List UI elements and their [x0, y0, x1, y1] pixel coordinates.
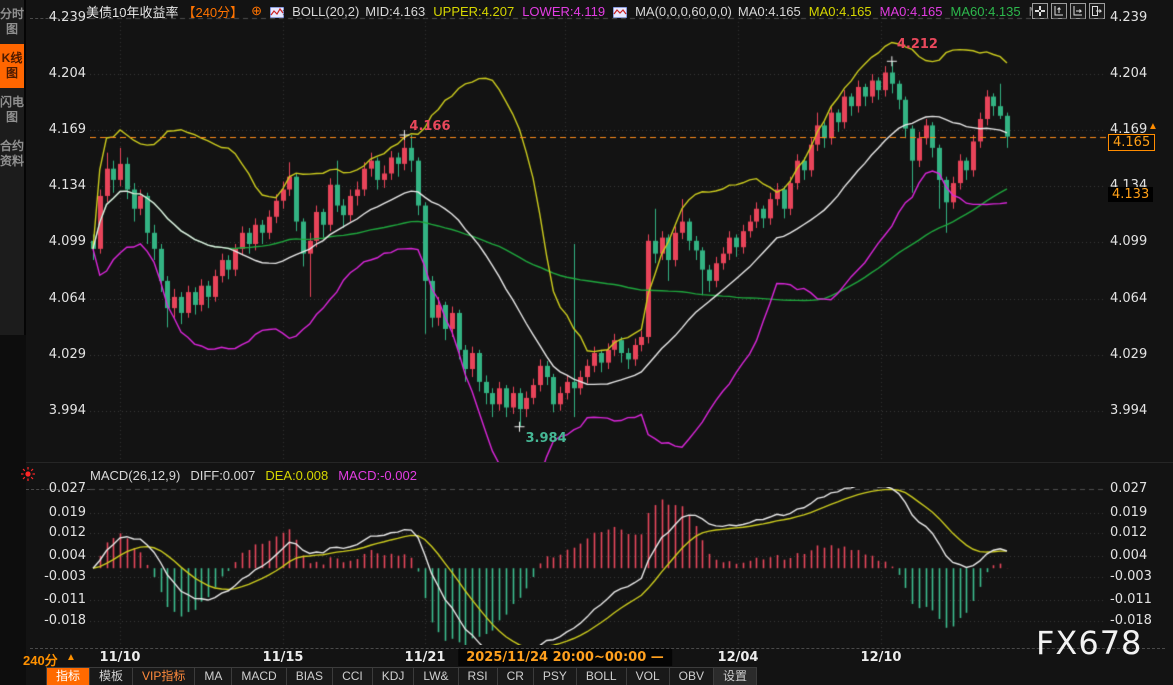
macd-axis-label-left: -0.018	[30, 613, 86, 628]
secondary-price-tag: 4.133	[1108, 187, 1153, 202]
period-badge-arrow[interactable]: ▲	[66, 652, 76, 663]
toolbar-item-CR[interactable]: CR	[498, 668, 534, 685]
macd-axis-label-right: -0.011	[1110, 592, 1166, 607]
macd-axis-label-right: 0.012	[1110, 525, 1166, 540]
indicator-toolbar: 指标模板VIP指标MAMACDBIASCCIKDJLW&RSICRPSYBOLL…	[46, 667, 757, 685]
price-axis-label-right: 3.994	[1110, 403, 1166, 418]
x-axis-date-label: 12/04	[718, 650, 759, 665]
price-annotation: 3.984	[526, 431, 567, 446]
macd-axis-label-left: 0.012	[30, 525, 86, 540]
toolbar-item-cn[interactable]: 模板	[90, 668, 133, 685]
main-chart-canvas[interactable]	[90, 10, 1106, 462]
macd-axis-label-right: -0.018	[1110, 613, 1166, 628]
price-axis-label-right: 4.029	[1110, 347, 1166, 362]
price-axis-label-left: 3.994	[30, 403, 86, 418]
toolbar-item-cn[interactable]: 指标	[47, 668, 90, 685]
macd-axis-label-right: 0.019	[1110, 505, 1166, 520]
macd-axis-label-left: 0.019	[30, 505, 86, 520]
price-axis-label-left: 4.169	[30, 122, 86, 137]
panel-divider	[26, 462, 1173, 463]
toolbar-item-MA[interactable]: MA	[195, 668, 232, 685]
toolbar-item-cn[interactable]: 设置	[714, 668, 756, 685]
price-axis-label-right: 4.064	[1110, 291, 1166, 306]
macd-value: MACD:-0.002	[338, 468, 417, 483]
toolbar-item-KDJ[interactable]: KDJ	[373, 668, 415, 685]
macd-dea-value: DEA:0.008	[265, 468, 328, 483]
sidebar-item-flash-chart[interactable]: 闪电图	[0, 88, 24, 132]
sidebar-item-contract-info[interactable]: 合约资料	[0, 132, 24, 176]
current-price-tag: 4.165	[1108, 134, 1155, 151]
toolbar-item-VOL[interactable]: VOL	[627, 668, 670, 685]
x-axis-date-label: 11/10	[100, 650, 141, 665]
x-axis: 240分 ▲ 11/1011/1511/212025/11/24 20:00~0…	[0, 649, 1173, 667]
price-axis-label-left: 4.029	[30, 347, 86, 362]
macd-axis-label-right: -0.003	[1110, 569, 1166, 584]
x-axis-date-label: 12/10	[861, 650, 902, 665]
price-axis-label-right: 4.099	[1110, 234, 1166, 249]
macd-header: MACD(26,12,9) DIFF:0.007 DEA:0.008 MACD:…	[26, 465, 1173, 485]
price-axis-label-right: 4.204	[1110, 66, 1166, 81]
macd-params-label: MACD(26,12,9)	[90, 468, 180, 483]
sidebar-item-kline-chart[interactable]: K线图	[0, 44, 24, 88]
price-axis-label-left: 4.204	[30, 66, 86, 81]
price-axis-label-left: 4.134	[30, 178, 86, 193]
current-price-arrow: ▲	[1148, 121, 1158, 132]
sidebar-item-time-chart[interactable]: 分时图	[0, 0, 24, 44]
x-axis-selected-range: 2025/11/24 20:00~00:00 —	[458, 649, 672, 666]
price-axis-label-left: 4.239	[30, 10, 86, 25]
toolbar-item-BIAS[interactable]: BIAS	[287, 668, 333, 685]
macd-axis-label-left: -0.011	[30, 592, 86, 607]
x-axis-date-label: 11/15	[263, 650, 304, 665]
price-annotation: 4.212	[897, 37, 938, 52]
sidebar: 分时图 K线图 闪电图 合约资料	[0, 0, 26, 685]
charting-app: 分时图 K线图 闪电图 合约资料 美债10年收益率 【240分】 ⊕ BOLL(…	[0, 0, 1173, 685]
toolbar-item-VIP[interactable]: VIP指标	[133, 668, 195, 685]
toolbar-item-MACD[interactable]: MACD	[232, 668, 286, 685]
price-axis-label-left: 4.099	[30, 234, 86, 249]
sidebar-tabs: 分时图 K线图 闪电图 合约资料	[0, 0, 26, 335]
macd-axis-label-right: 0.004	[1110, 548, 1166, 563]
macd-chart-canvas[interactable]	[90, 487, 1106, 645]
toolbar-item-BOLL[interactable]: BOLL	[577, 668, 627, 685]
toolbar-item-OBV[interactable]: OBV	[670, 668, 714, 685]
toolbar-item-CCI[interactable]: CCI	[333, 668, 373, 685]
price-annotation: 4.166	[409, 119, 450, 134]
price-axis-label-left: 4.064	[30, 291, 86, 306]
macd-diff-value: DIFF:0.007	[190, 468, 255, 483]
x-axis-date-label: 11/21	[405, 650, 446, 665]
macd-axis-label-left: -0.003	[30, 569, 86, 584]
toolbar-item-RSI[interactable]: RSI	[459, 668, 498, 685]
fx678-watermark: FX678	[1036, 624, 1142, 662]
macd-axis-label-left: 0.027	[30, 481, 86, 496]
toolbar-item-PSY[interactable]: PSY	[534, 668, 577, 685]
macd-axis-label-right: 0.027	[1110, 481, 1166, 496]
toolbar-item-LW[interactable]: LW&	[414, 668, 458, 685]
macd-axis-label-left: 0.004	[30, 548, 86, 563]
price-axis-label-right: 4.239	[1110, 10, 1166, 25]
